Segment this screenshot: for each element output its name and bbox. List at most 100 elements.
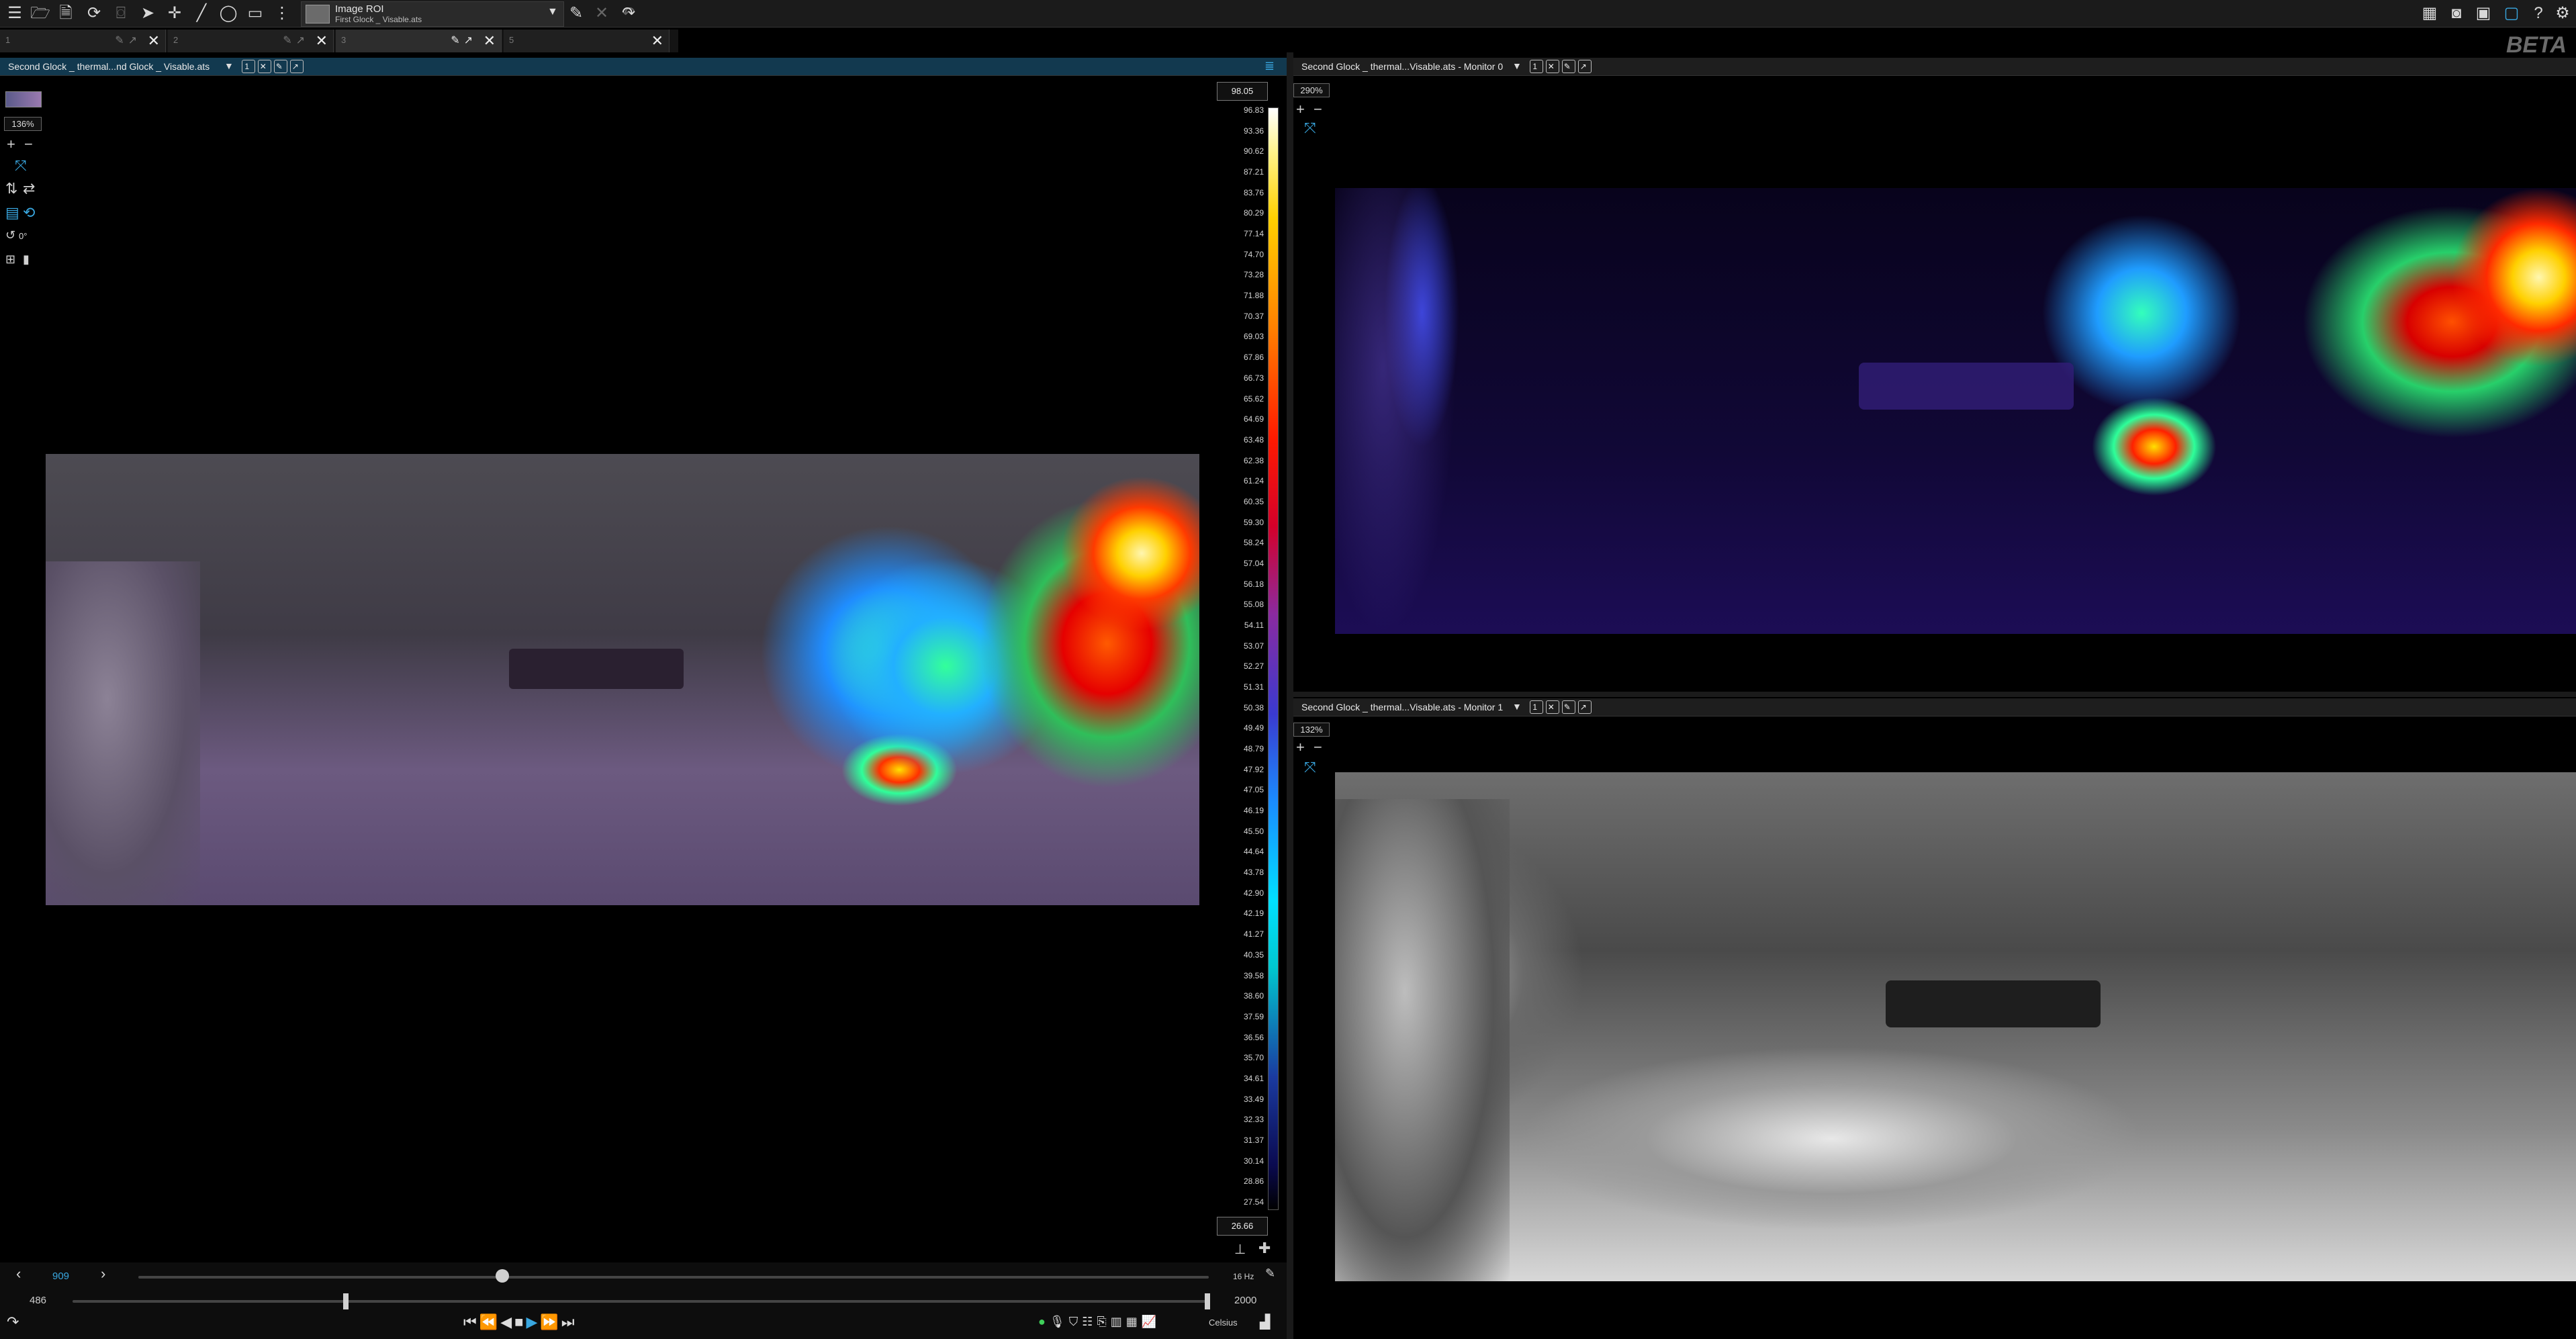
zoom-in-icon[interactable]: + <box>1296 101 1305 118</box>
layer-badge-icon[interactable]: 1 <box>241 60 255 73</box>
filter-icon[interactable]: ⛉ <box>1069 1315 1083 1328</box>
expand-icon[interactable]: ↗ <box>1577 700 1592 714</box>
chevron-down-icon[interactable]: ▼ <box>224 60 236 71</box>
current-frame[interactable]: 909 <box>52 1271 69 1282</box>
sliders-icon[interactable]: ☷ <box>1082 1315 1097 1328</box>
menu-icon[interactable]: ☰ <box>4 3 26 24</box>
roi-selector[interactable]: Image ROI First Glock _ Visable.ats ▼ <box>301 1 564 27</box>
flip-horizontal-icon[interactable]: ⇄ <box>23 180 35 197</box>
temperature-unit[interactable]: Celsius <box>1209 1318 1238 1328</box>
plot-icon[interactable]: 📈 <box>1142 1315 1160 1328</box>
redo-icon[interactable]: ↷ <box>7 1313 19 1331</box>
next-frame-icon[interactable]: › <box>101 1265 105 1283</box>
pencil-icon[interactable]: ✎ <box>565 3 587 24</box>
tab-3[interactable]: 3 ✎↗ ✕ <box>336 30 502 52</box>
range-start[interactable]: 486 <box>30 1295 46 1306</box>
zoom-out-icon[interactable]: − <box>24 136 33 153</box>
redo-icon[interactable]: ↷ <box>618 3 639 24</box>
refresh-icon[interactable]: ⟳ <box>83 3 105 24</box>
filter-icon[interactable]: ≣ <box>1264 59 1275 73</box>
range-start-handle[interactable] <box>342 1293 349 1309</box>
range-end[interactable]: 2000 <box>1234 1295 1256 1306</box>
stop-icon[interactable]: ■ <box>514 1313 526 1330</box>
help-icon[interactable]: ? <box>2528 3 2549 24</box>
line-tool-icon[interactable]: ╱ <box>191 3 212 24</box>
document-icon[interactable]: ▮ <box>23 252 30 267</box>
chevron-down-icon[interactable]: ▼ <box>1512 60 1524 71</box>
previous-frame-icon[interactable]: ‹ <box>16 1265 21 1283</box>
monitor1-visible-image[interactable] <box>1335 772 2576 1281</box>
fit-to-window-icon[interactable]: ⤧ <box>15 157 27 175</box>
zoom-in-icon[interactable]: + <box>1296 739 1305 756</box>
chevron-down-icon[interactable]: ▼ <box>547 6 558 18</box>
save-file-icon[interactable]: 🗎 <box>55 3 77 24</box>
camera-icon[interactable]: ⌼ <box>110 3 132 24</box>
frame-slider-knob[interactable] <box>495 1269 509 1283</box>
crosshair-icon[interactable]: ✛ <box>164 3 185 24</box>
tab-5[interactable]: 5 ✕ <box>504 30 670 52</box>
layer-badge-icon[interactable]: 1 <box>1529 60 1543 73</box>
tab-2[interactable]: 2 ✎↗ ✕ <box>168 30 334 52</box>
flip-vertical-icon[interactable]: ⇅ <box>5 180 17 197</box>
zoom-out-icon[interactable]: − <box>1314 101 1322 118</box>
thumbnail-preview[interactable] <box>5 91 42 107</box>
monitor0-thermal-image[interactable] <box>1335 188 2576 634</box>
fit-to-window-icon[interactable]: ⤧ <box>1304 120 1316 137</box>
ellipse-tool-icon[interactable]: ◯ <box>218 3 239 24</box>
close-icon[interactable]: ✕ <box>651 32 663 50</box>
expand-icon[interactable]: ↗ <box>289 60 304 73</box>
add-marker-icon[interactable]: ✚ <box>1258 1240 1271 1257</box>
play-icon[interactable]: ▶ <box>526 1313 540 1330</box>
edit-icon[interactable]: ✎ <box>273 60 287 73</box>
panel-divider[interactable] <box>1287 52 1293 1339</box>
skip-to-start-icon[interactable]: ⏮ <box>463 1313 479 1330</box>
overlay-icon[interactable]: ▤ <box>5 204 19 222</box>
close-icon[interactable]: ✕ <box>148 32 160 50</box>
monitor-split-divider[interactable] <box>1293 692 2576 697</box>
close-icon[interactable]: ✕ <box>316 32 328 50</box>
export-icon[interactable]: ⎘ <box>1097 1315 1110 1328</box>
microphone-icon[interactable]: 🎙 <box>1050 1315 1069 1328</box>
close-icon[interactable]: ✕ <box>591 3 612 24</box>
zoom-out-icon[interactable]: − <box>1314 739 1322 756</box>
close-icon[interactable]: ✕ <box>484 32 496 50</box>
gear-icon[interactable]: ⚙ <box>2552 3 2573 24</box>
align-icon[interactable]: ⊥ <box>1234 1241 1246 1258</box>
chart-icon[interactable]: ▟ <box>1260 1313 1270 1330</box>
close-icon[interactable]: ✕ <box>1545 60 1559 73</box>
expand-icon[interactable]: ↗ <box>1577 60 1592 73</box>
rectangle-tool-icon[interactable]: ▭ <box>244 3 266 24</box>
table-icon[interactable]: ▦ <box>1126 1315 1142 1328</box>
sync-icon[interactable]: ⟲ <box>23 204 35 222</box>
pointer-icon[interactable]: ➤ <box>137 3 158 24</box>
record-icon[interactable]: ● <box>1038 1315 1050 1328</box>
close-icon[interactable]: ✕ <box>257 60 271 73</box>
thermal-overlay-image[interactable] <box>46 454 1199 905</box>
rotate-icon[interactable]: ↺ <box>5 228 15 242</box>
layer-badge-icon[interactable]: 1 <box>1529 700 1543 714</box>
tab-tools-icon[interactable]: ✎↗ <box>451 34 477 47</box>
camera-capture-icon[interactable]: ◙ <box>2446 3 2467 24</box>
range-end-handle[interactable] <box>1205 1293 1210 1309</box>
pencil-icon[interactable]: ✎ <box>1265 1266 1275 1281</box>
open-folder-icon[interactable]: 🗁 <box>30 3 51 24</box>
chevron-down-icon[interactable]: ▼ <box>1512 701 1524 712</box>
frame-slider-track[interactable] <box>138 1276 1209 1279</box>
edit-icon[interactable]: ✎ <box>1561 60 1575 73</box>
skip-to-end-icon[interactable]: ⏭ <box>561 1313 578 1330</box>
edit-icon[interactable]: ✎ <box>1561 700 1575 714</box>
step-back-icon[interactable]: ◀ <box>500 1313 514 1330</box>
range-slider-track[interactable] <box>73 1300 1210 1303</box>
palette-icon[interactable]: ▥ <box>1111 1315 1126 1328</box>
zoom-in-icon[interactable]: + <box>7 136 15 153</box>
fit-to-window-icon[interactable]: ⤧ <box>1304 759 1316 776</box>
close-icon[interactable]: ✕ <box>1545 700 1559 714</box>
layout-grid-icon[interactable]: ▦ <box>2419 3 2440 24</box>
window-icon[interactable]: ▣ <box>2473 3 2494 24</box>
grid-tool-icon[interactable]: ⊞ <box>5 252 15 267</box>
tab-1[interactable]: 1 ✎↗ ✕ <box>0 30 166 52</box>
more-vertical-icon[interactable]: ⋮ <box>271 3 293 24</box>
fast-forward-icon[interactable]: ⏩ <box>540 1313 561 1330</box>
rewind-icon[interactable]: ⏪ <box>479 1313 500 1330</box>
monitor-icon[interactable]: ▢ <box>2501 3 2522 24</box>
